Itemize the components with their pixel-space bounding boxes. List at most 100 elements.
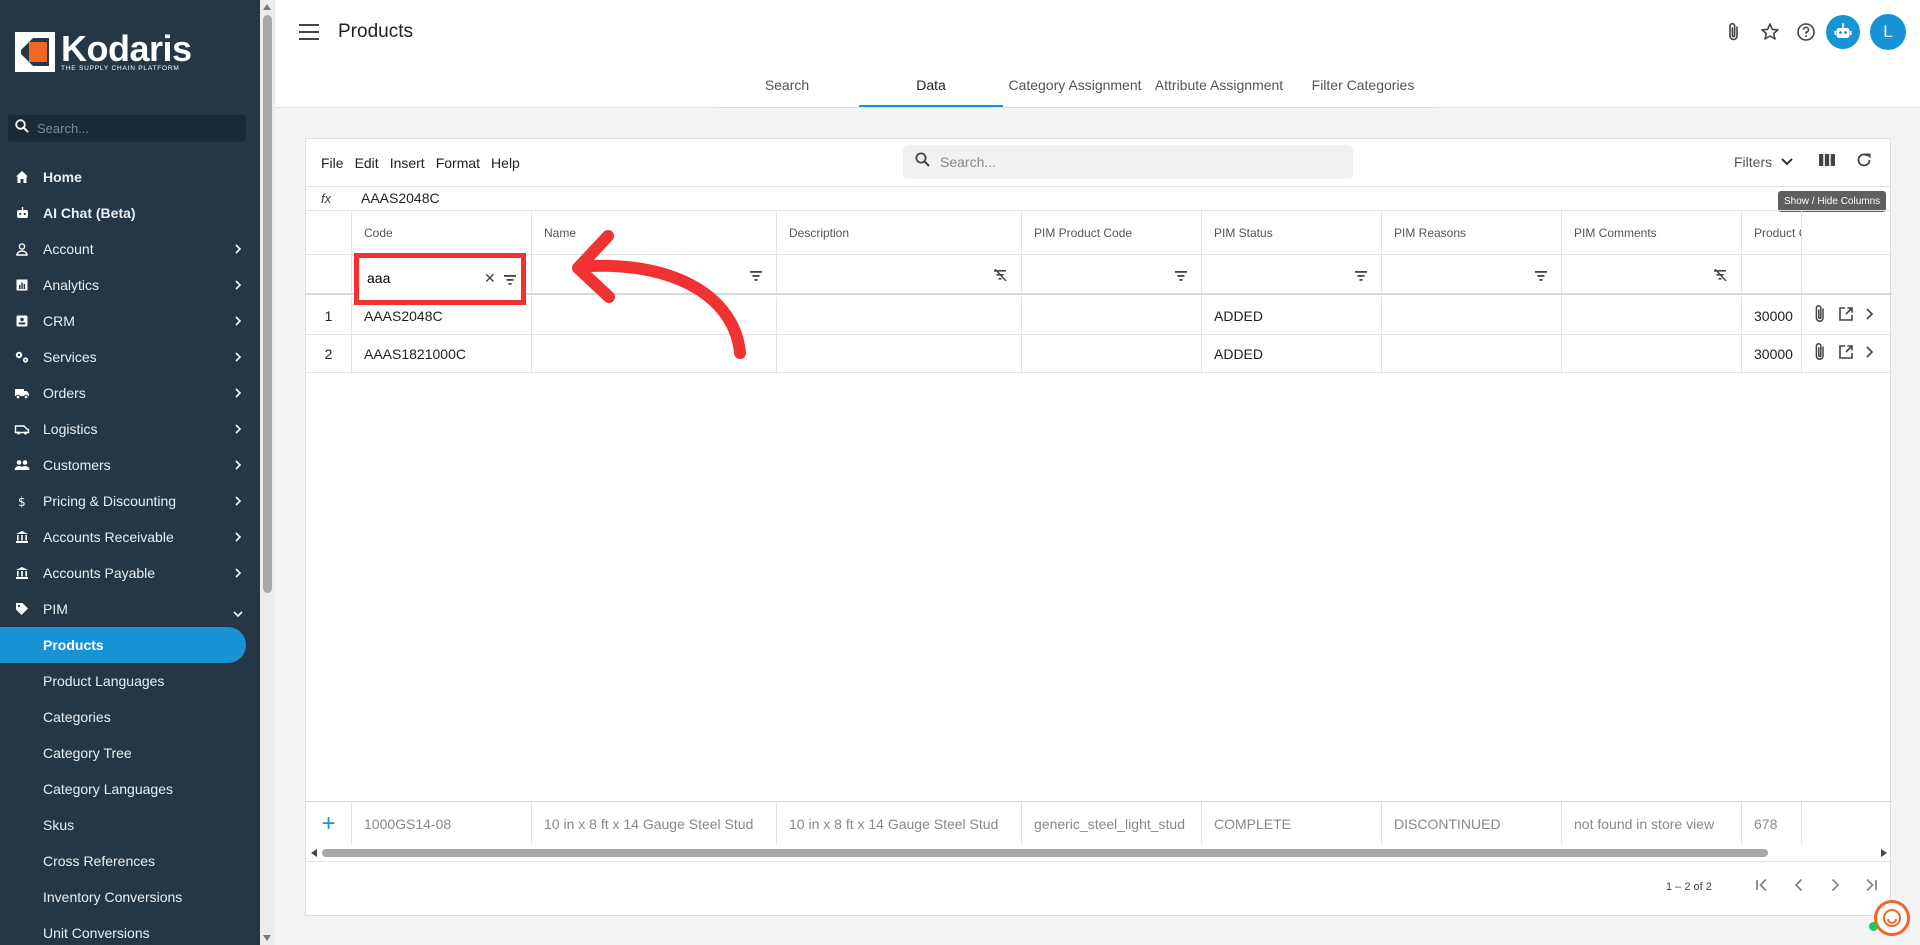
chevron-right-icon[interactable]: [1864, 307, 1874, 324]
sidebar-item-unit-conversions[interactable]: Unit Conversions: [0, 915, 260, 945]
favorite-button[interactable]: [1752, 14, 1788, 50]
tab-search[interactable]: Search: [715, 66, 859, 107]
cell-code[interactable]: AAAS1821000C: [352, 335, 532, 372]
sidebar-item-orders[interactable]: Orders: [0, 375, 260, 411]
next-page-button[interactable]: [1826, 876, 1844, 899]
filter-cell-pim-comments[interactable]: [1562, 255, 1742, 293]
sidebar-item-inventory-conversions[interactable]: Inventory Conversions: [0, 879, 260, 915]
column-header-pim-product-code[interactable]: PIM Product Code: [1022, 211, 1202, 254]
attachment-button[interactable]: [1716, 14, 1752, 50]
column-header-pim-comments[interactable]: PIM Comments: [1562, 211, 1742, 254]
chevron-right-icon[interactable]: [1864, 345, 1874, 362]
column-header-product-c[interactable]: Product C: [1742, 211, 1802, 254]
scroll-left-arrow-icon[interactable]: [311, 849, 317, 857]
sidebar-item-pim[interactable]: PIM: [0, 591, 260, 627]
new-row-product-c[interactable]: 678: [1742, 802, 1802, 845]
filter-icon[interactable]: [1355, 268, 1367, 286]
sidebar-item-categories[interactable]: Categories: [0, 699, 260, 735]
paperclip-icon[interactable]: [1812, 304, 1828, 327]
sidebar-item-home[interactable]: Home: [0, 159, 260, 195]
sidebar-item-accounts-receivable[interactable]: Accounts Receivable: [0, 519, 260, 555]
new-row-description[interactable]: 10 in x 8 ft x 14 Gauge Steel Stud: [777, 802, 1022, 845]
sidebar-search-input[interactable]: [37, 121, 237, 136]
cell-pim-reasons[interactable]: [1382, 297, 1562, 334]
sidebar-item-skus[interactable]: Skus: [0, 807, 260, 843]
cell-pim-status[interactable]: ADDED: [1202, 335, 1382, 372]
paperclip-icon[interactable]: [1812, 342, 1828, 365]
sidebar-item-services[interactable]: Services: [0, 339, 260, 375]
filters-dropdown[interactable]: Filters: [1734, 154, 1794, 170]
column-header-description[interactable]: Description: [777, 211, 1022, 254]
brand-logo[interactable]: Kodaris THE SUPPLY CHAIN PLATFORM: [15, 31, 192, 72]
menu-format[interactable]: Format: [436, 155, 480, 171]
table-row[interactable]: 1 AAAS2048C ADDED 30000: [306, 297, 1892, 335]
filter-cell-name[interactable]: [532, 255, 777, 293]
scroll-up-arrow-icon[interactable]: [263, 4, 271, 10]
cell-product-c[interactable]: 30000: [1742, 297, 1802, 334]
sidebar-item-products[interactable]: Products: [0, 627, 246, 663]
menu-toggle-button[interactable]: [299, 24, 319, 42]
previous-page-button[interactable]: [1790, 876, 1808, 899]
scrollbar-thumb[interactable]: [263, 15, 272, 593]
ai-assistant-button[interactable]: [1826, 15, 1860, 49]
menu-edit[interactable]: Edit: [355, 155, 379, 171]
column-header-name[interactable]: Name: [532, 211, 777, 254]
new-row-pim-product-code[interactable]: generic_steel_light_stud: [1022, 802, 1202, 845]
new-row-name[interactable]: 10 in x 8 ft x 14 Gauge Steel Stud: [532, 802, 777, 845]
cell-pim-product-code[interactable]: [1022, 335, 1202, 372]
sidebar-item-ai-chat-beta[interactable]: AI Chat (Beta): [0, 195, 260, 231]
cell-product-c[interactable]: 30000: [1742, 335, 1802, 372]
column-header-code[interactable]: Code: [352, 211, 532, 254]
show-hide-columns-button[interactable]: [1818, 151, 1836, 174]
sidebar-item-pricing-discounting[interactable]: $ Pricing & Discounting: [0, 483, 260, 519]
sidebar-scrollbar[interactable]: [260, 0, 275, 945]
add-row-button[interactable]: +: [321, 810, 335, 838]
tab-attribute-assignment[interactable]: Attribute Assignment: [1147, 66, 1291, 107]
scroll-down-arrow-icon[interactable]: [263, 935, 271, 941]
chat-support-button[interactable]: [1874, 900, 1910, 936]
new-row-code[interactable]: 1000GS14-08: [352, 802, 532, 845]
sidebar-item-analytics[interactable]: Analytics: [0, 267, 260, 303]
cell-name[interactable]: [532, 297, 777, 334]
menu-help[interactable]: Help: [491, 155, 520, 171]
cell-description[interactable]: [777, 335, 1022, 372]
tab-category-assignment[interactable]: Category Assignment: [1003, 66, 1147, 107]
help-button[interactable]: [1788, 14, 1824, 50]
filter-cell-description[interactable]: [777, 255, 1022, 293]
cell-pim-status[interactable]: ADDED: [1202, 297, 1382, 334]
new-row-pim-status[interactable]: COMPLETE: [1202, 802, 1382, 845]
column-header-pim-status[interactable]: PIM Status: [1202, 211, 1382, 254]
filter-icon[interactable]: [750, 268, 762, 286]
sidebar-item-logistics[interactable]: Logistics: [0, 411, 260, 447]
menu-file[interactable]: File: [321, 155, 344, 171]
tab-data[interactable]: Data: [859, 66, 1003, 107]
open-external-icon[interactable]: [1838, 306, 1854, 325]
cell-pim-comments[interactable]: [1562, 297, 1742, 334]
filter-icon[interactable]: [1175, 268, 1187, 286]
sidebar-item-cross-references[interactable]: Cross References: [0, 843, 260, 879]
sidebar-item-account[interactable]: Account: [0, 231, 260, 267]
filter-icon[interactable]: [1535, 268, 1547, 286]
filter-cell-pim-reasons[interactable]: [1382, 255, 1562, 293]
open-external-icon[interactable]: [1838, 344, 1854, 363]
first-page-button[interactable]: [1753, 876, 1771, 899]
cell-name[interactable]: [532, 335, 777, 372]
table-row[interactable]: 2 AAAS1821000C ADDED 30000: [306, 335, 1892, 373]
filter-cell-product-c[interactable]: [1742, 255, 1802, 293]
sidebar-item-accounts-payable[interactable]: Accounts Payable: [0, 555, 260, 591]
filter-icon[interactable]: [504, 272, 516, 290]
filter-cell-pim-status[interactable]: [1202, 255, 1382, 293]
sidebar-item-category-languages[interactable]: Category Languages: [0, 771, 260, 807]
horizontal-scrollbar-thumb[interactable]: [322, 849, 1768, 857]
menu-insert[interactable]: Insert: [390, 155, 425, 171]
formula-value[interactable]: AAAS2048C: [361, 190, 440, 206]
refresh-button[interactable]: [1855, 151, 1873, 174]
user-avatar[interactable]: L: [1870, 14, 1906, 50]
sidebar-item-crm[interactable]: CRM: [0, 303, 260, 339]
scroll-right-arrow-icon[interactable]: [1881, 849, 1887, 857]
sidebar-item-category-tree[interactable]: Category Tree: [0, 735, 260, 771]
cell-pim-reasons[interactable]: [1382, 335, 1562, 372]
sidebar-item-product-languages[interactable]: Product Languages: [0, 663, 260, 699]
filter-off-icon[interactable]: [994, 268, 1007, 286]
filter-off-icon[interactable]: [1714, 268, 1727, 286]
